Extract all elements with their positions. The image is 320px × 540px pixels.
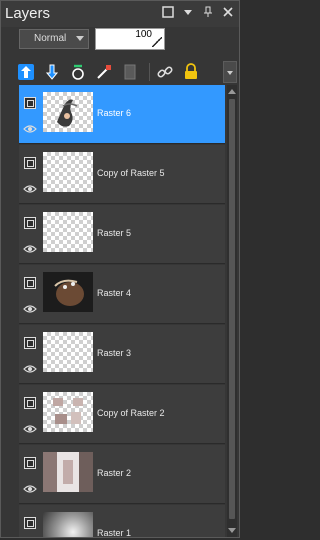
dropdown-menu-icon[interactable] xyxy=(181,6,195,20)
layer-thumbnail xyxy=(43,512,93,537)
layer-lock-toggle-icon[interactable] xyxy=(24,217,36,229)
layer-thumbnail xyxy=(43,212,93,252)
layer-row[interactable]: Raster 3 xyxy=(19,325,225,384)
layer-lock-toggle-icon[interactable] xyxy=(24,97,36,109)
layers-panel: Layers Normal 100 Raster 6 Copy of Raste… xyxy=(0,0,240,538)
eye-icon[interactable] xyxy=(23,241,37,253)
layer-thumbnail xyxy=(43,452,93,492)
layer-name: Copy of Raster 5 xyxy=(97,168,165,178)
new-vector-layer-icon xyxy=(45,64,59,80)
panel-title: Layers xyxy=(5,5,51,22)
lock-button[interactable] xyxy=(180,61,202,83)
layer-thumbnail xyxy=(43,152,93,192)
link-icon xyxy=(157,66,173,78)
layer-row[interactable]: Raster 6 xyxy=(19,85,225,144)
layer-name: Raster 2 xyxy=(97,468,132,478)
opacity-value: 100 xyxy=(135,29,152,40)
layer-name: Raster 6 xyxy=(97,108,132,118)
delete-layer-button[interactable] xyxy=(119,61,141,83)
layer-toolbar xyxy=(15,58,239,86)
new-vector-layer-button[interactable] xyxy=(41,61,63,83)
eye-icon[interactable] xyxy=(23,301,37,313)
layer-lock-toggle-icon[interactable] xyxy=(24,517,36,529)
layer-list-scrollbar[interactable] xyxy=(227,85,237,537)
layer-thumbnail xyxy=(43,272,93,312)
layer-name: Raster 4 xyxy=(97,288,132,298)
adjustment-layer-icon xyxy=(97,65,111,79)
maximize-icon[interactable] xyxy=(161,6,175,20)
new-raster-layer-button[interactable] xyxy=(15,61,37,83)
layer-lock-toggle-icon[interactable] xyxy=(24,277,36,289)
pin-icon[interactable] xyxy=(201,6,215,20)
blend-mode-dropdown[interactable]: Normal xyxy=(19,29,89,49)
scroll-down-icon[interactable] xyxy=(228,527,236,535)
layer-thumbnail xyxy=(43,392,93,432)
layer-row[interactable]: Copy of Raster 5 xyxy=(19,145,225,204)
layer-name: Raster 3 xyxy=(97,348,132,358)
toolbar-divider xyxy=(149,63,150,81)
layer-row[interactable]: Copy of Raster 2 xyxy=(19,385,225,444)
layer-thumbnail xyxy=(43,92,93,132)
mask-icon xyxy=(72,64,84,80)
chevron-down-icon xyxy=(76,36,84,41)
close-icon[interactable] xyxy=(221,6,235,20)
layer-lock-toggle-icon[interactable] xyxy=(24,457,36,469)
eye-icon[interactable] xyxy=(23,181,37,193)
layer-name: Raster 5 xyxy=(97,228,132,238)
layer-lock-toggle-icon[interactable] xyxy=(24,337,36,349)
scroll-up-icon[interactable] xyxy=(228,87,236,95)
adjustment-layer-button[interactable] xyxy=(93,61,115,83)
mask-layer-button[interactable] xyxy=(67,61,89,83)
layer-list: Raster 6 Copy of Raster 5 Raster 5 Raster 4… xyxy=(19,85,225,537)
eye-icon[interactable] xyxy=(23,481,37,493)
eye-icon[interactable] xyxy=(23,361,37,373)
scrollbar-thumb[interactable] xyxy=(229,99,235,519)
layer-name: Copy of Raster 2 xyxy=(97,408,165,418)
layer-lock-toggle-icon[interactable] xyxy=(24,157,36,169)
panel-title-bar[interactable]: Layers xyxy=(1,1,239,27)
layer-row[interactable]: Raster 1 xyxy=(19,505,225,537)
lock-icon xyxy=(185,63,197,79)
layer-thumbnail xyxy=(43,332,93,372)
layer-row[interactable]: Raster 4 xyxy=(19,265,225,324)
layer-row[interactable]: Raster 5 xyxy=(19,205,225,264)
link-button[interactable] xyxy=(154,61,176,83)
layer-name: Raster 1 xyxy=(97,528,132,537)
blend-mode-value: Normal xyxy=(34,33,67,44)
eye-icon[interactable] xyxy=(23,121,37,133)
opacity-slider-icon xyxy=(152,37,162,47)
eye-icon[interactable] xyxy=(23,421,37,433)
opacity-field[interactable]: 100 xyxy=(95,28,165,50)
layer-row[interactable]: Raster 2 xyxy=(19,445,225,504)
new-raster-layer-icon xyxy=(18,64,34,80)
delete-layer-icon xyxy=(124,64,136,80)
toolbar-more-button[interactable] xyxy=(223,61,237,83)
layer-lock-toggle-icon[interactable] xyxy=(24,397,36,409)
